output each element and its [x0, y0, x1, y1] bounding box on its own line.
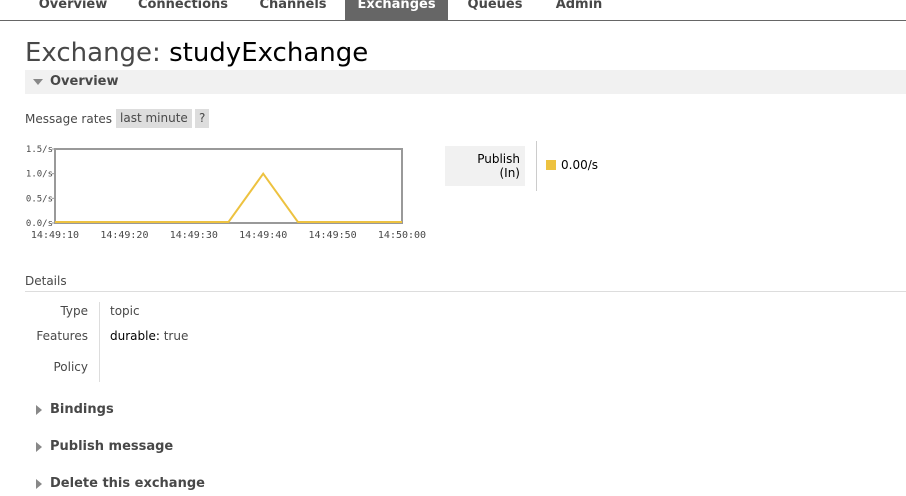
- x-tick-label: 14:49:30: [170, 230, 218, 241]
- x-tick-label: 14:49:40: [239, 230, 287, 241]
- details-divider: [25, 291, 906, 292]
- time-range-button[interactable]: last minute: [116, 109, 192, 128]
- expanded-triangle-icon: [33, 79, 43, 85]
- collapsed-triangle-icon: [36, 442, 42, 452]
- message-rates-chart: 0.0/s 0.5/s 1.0/s 1.5/s 14:49:10 14:49:20 14:…: [26, 145, 426, 241]
- detail-key-policy: Policy: [53, 360, 88, 374]
- detail-value-type: topic: [110, 304, 140, 318]
- y-tick-label: 0.0/s: [26, 219, 53, 229]
- detail-key-type: Type: [60, 304, 88, 318]
- legend-label-line2: (In): [499, 166, 520, 180]
- help-button[interactable]: ?: [195, 109, 210, 128]
- y-tick-label: 1.5/s: [26, 145, 53, 155]
- tab-channels[interactable]: Channels: [250, 0, 336, 20]
- collapsed-triangle-icon: [36, 479, 42, 489]
- legend-color-swatch: [546, 160, 556, 170]
- bindings-section-toggle[interactable]: Bindings: [25, 398, 906, 422]
- page-title: Exchange: studyExchange: [25, 38, 368, 68]
- y-tick-label: 0.5/s: [26, 194, 53, 204]
- legend-rate-value: 0.00/s: [561, 158, 599, 172]
- legend-divider: [536, 141, 537, 191]
- details-column-divider: [99, 302, 100, 382]
- y-tick-label: 1.0/s: [26, 170, 53, 180]
- tab-overview[interactable]: Overview: [30, 0, 116, 20]
- overview-heading: Overview: [50, 74, 119, 89]
- exchange-name: studyExchange: [169, 38, 369, 68]
- feature-key-durable: durable:: [110, 329, 160, 343]
- x-tick-label: 14:50:00: [378, 230, 426, 241]
- collapsed-triangle-icon: [36, 405, 42, 415]
- publish-message-heading: Publish message: [50, 439, 174, 454]
- x-tick-label: 14:49:20: [100, 230, 148, 241]
- message-rates-label: Message rates: [25, 112, 113, 126]
- legend-label-box: Publish (In): [445, 146, 525, 186]
- feature-value-durable: true: [163, 329, 189, 343]
- x-tick-label: 14:49:50: [309, 230, 357, 241]
- tab-admin[interactable]: Admin: [548, 0, 610, 20]
- tab-exchanges[interactable]: Exchanges: [345, 0, 448, 20]
- detail-value-features: durable: true: [110, 329, 188, 343]
- bindings-heading: Bindings: [50, 402, 114, 417]
- delete-exchange-section-toggle[interactable]: Delete this exchange: [25, 472, 906, 496]
- chart-plot-area: [54, 148, 403, 224]
- delete-exchange-heading: Delete this exchange: [50, 476, 205, 491]
- details-heading: Details: [25, 274, 67, 288]
- tab-connections[interactable]: Connections: [130, 0, 236, 20]
- x-tick-label: 14:49:10: [31, 230, 79, 241]
- legend-label-line1: Publish: [477, 152, 520, 166]
- publish-message-section-toggle[interactable]: Publish message: [25, 435, 906, 459]
- overview-section-toggle[interactable]: Overview: [25, 70, 906, 94]
- page-title-prefix: Exchange:: [25, 38, 161, 68]
- detail-key-features: Features: [36, 329, 88, 343]
- tab-queues[interactable]: Queues: [460, 0, 530, 20]
- top-navigation: Overview Connections Channels Exchanges …: [0, 0, 906, 21]
